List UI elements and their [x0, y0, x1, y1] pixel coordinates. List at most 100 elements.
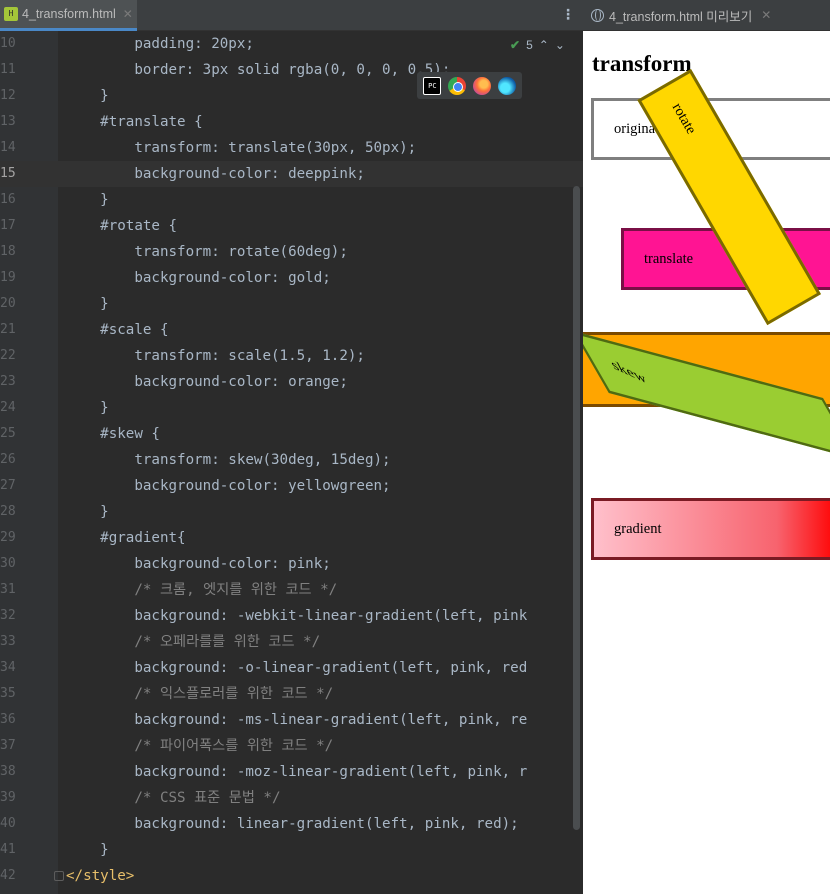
code-line[interactable]: 38 background: -moz-linear-gradient(left…	[0, 759, 583, 785]
inspection-widget[interactable]: ✔ 5 ⌃ ⌄	[510, 38, 565, 52]
close-icon[interactable]: ✕	[123, 7, 133, 21]
code-line[interactable]: 32 background: -webkit-linear-gradient(l…	[0, 603, 583, 629]
code-text[interactable]: /* 크롬, 엣지를 위한 코드 */	[66, 577, 337, 603]
code-line[interactable]: 16 }	[0, 187, 583, 213]
preview-tab-label: 4_transform.html 미리보기	[609, 9, 753, 24]
code-text[interactable]: /* 익스플로러를 위한 코드 */	[66, 681, 333, 707]
code-line[interactable]: 14 transform: translate(30px, 50px);	[0, 135, 583, 161]
code-line[interactable]: 28 }	[0, 499, 583, 525]
code-line[interactable]: 36 background: -ms-linear-gradient(left,…	[0, 707, 583, 733]
code-line[interactable]: 30 background-color: pink;	[0, 551, 583, 577]
code-line[interactable]: 24 }	[0, 395, 583, 421]
line-number: 17	[0, 218, 16, 233]
code-text[interactable]: #translate {	[66, 109, 203, 135]
code-line[interactable]: 26 transform: skew(30deg, 15deg);	[0, 447, 583, 473]
code-line[interactable]: 35 /* 익스플로러를 위한 코드 */	[0, 681, 583, 707]
more-options-icon[interactable]: ⋮	[561, 7, 575, 23]
inspection-count: 5	[526, 38, 533, 52]
code-text[interactable]: background: -o-linear-gradient(left, pin…	[66, 655, 527, 681]
code-text[interactable]: /* CSS 표준 문법 */	[66, 785, 280, 811]
editor-tab[interactable]: H 4_transform.html ✕	[0, 0, 137, 31]
code-text[interactable]: transform: scale(1.5, 1.2);	[66, 343, 365, 369]
line-number: 18	[0, 244, 16, 259]
code-line[interactable]: 23 background-color: orange;	[0, 369, 583, 395]
code-text[interactable]: background-color: pink;	[66, 551, 330, 577]
globe-icon	[591, 8, 604, 22]
code-text[interactable]: #scale {	[66, 317, 168, 343]
chrome-icon[interactable]	[448, 76, 467, 95]
code-text[interactable]: }	[66, 499, 109, 525]
firefox-icon[interactable]	[472, 76, 491, 95]
box-gradient: gradient	[591, 498, 830, 560]
code-line[interactable]: 27 background-color: yellowgreen;	[0, 473, 583, 499]
code-line[interactable]: 15 background-color: deeppink;	[0, 161, 583, 187]
line-number: 39	[0, 790, 16, 805]
code-line[interactable]: 37 /* 파이어폭스를 위한 코드 */	[0, 733, 583, 759]
code-editor-pane[interactable]: H 4_transform.html ✕ ⋮ 10 padding: 20px;…	[0, 0, 583, 894]
code-text[interactable]: #skew {	[66, 421, 160, 447]
code-line[interactable]: 31 /* 크롬, 엣지를 위한 코드 */	[0, 577, 583, 603]
code-text[interactable]: transform: rotate(60deg);	[66, 239, 348, 265]
code-text[interactable]: </style>	[66, 863, 134, 889]
code-text[interactable]: }	[66, 187, 109, 213]
code-text[interactable]: background: linear-gradient(left, pink, …	[66, 811, 518, 837]
close-icon[interactable]: ✕	[761, 8, 771, 22]
line-number: 28	[0, 504, 16, 519]
code-text[interactable]: }	[66, 395, 109, 421]
code-text[interactable]: transform: skew(30deg, 15deg);	[66, 447, 390, 473]
code-text[interactable]: background-color: orange;	[66, 369, 348, 395]
preview-tab[interactable]: 4_transform.html 미리보기 ✕	[591, 6, 771, 25]
line-number: 14	[0, 140, 16, 155]
chevron-down-icon[interactable]: ⌄	[555, 38, 565, 52]
code-text[interactable]: background-color: deeppink;	[66, 161, 365, 187]
pycharm-icon[interactable]: PC	[423, 76, 442, 95]
code-text[interactable]: background: -webkit-linear-gradient(left…	[66, 603, 527, 629]
line-number: 15	[0, 166, 16, 181]
code-text[interactable]: transform: translate(30px, 50px);	[66, 135, 416, 161]
code-line[interactable]: 29 #gradient{	[0, 525, 583, 551]
code-line[interactable]: 10 padding: 20px;	[0, 31, 583, 57]
code-line[interactable]: 41 }	[0, 837, 583, 863]
editor-tab-bar: H 4_transform.html ✕ ⋮	[0, 0, 583, 31]
line-number: 40	[0, 816, 16, 831]
line-number: 26	[0, 452, 16, 467]
code-line[interactable]: 13 #translate {	[0, 109, 583, 135]
code-text[interactable]: background: -moz-linear-gradient(left, p…	[66, 759, 527, 785]
html-file-icon: H	[4, 7, 18, 21]
code-text[interactable]: }	[66, 837, 109, 863]
line-number: 37	[0, 738, 16, 753]
chevron-up-icon[interactable]: ⌃	[539, 38, 549, 52]
code-text[interactable]: }	[66, 83, 109, 109]
code-line[interactable]: 34 background: -o-linear-gradient(left, …	[0, 655, 583, 681]
code-line[interactable]: 25 #skew {	[0, 421, 583, 447]
line-number: 11	[0, 62, 16, 77]
line-number: 12	[0, 88, 16, 103]
line-number: 20	[0, 296, 16, 311]
code-text[interactable]: }	[66, 291, 109, 317]
code-line[interactable]: 22 transform: scale(1.5, 1.2);	[0, 343, 583, 369]
code-text[interactable]: /* 파이어폭스를 위한 코드 */	[66, 733, 333, 759]
code-line[interactable]: 18 transform: rotate(60deg);	[0, 239, 583, 265]
code-line[interactable]: 40 background: linear-gradient(left, pin…	[0, 811, 583, 837]
code-text[interactable]: background-color: yellowgreen;	[66, 473, 390, 499]
code-text[interactable]: border: 3px solid rgba(0, 0, 0, 0.5);	[66, 57, 450, 83]
code-line[interactable]: 21 #scale {	[0, 317, 583, 343]
line-number: 30	[0, 556, 16, 571]
code-line[interactable]: 19 background-color: gold;	[0, 265, 583, 291]
vertical-scrollbar[interactable]	[573, 186, 580, 830]
code-text[interactable]: #gradient{	[66, 525, 185, 551]
code-line[interactable]: 42 </style>	[0, 863, 583, 889]
code-line[interactable]: 39 /* CSS 표준 문법 */	[0, 785, 583, 811]
code-line[interactable]: 20 }	[0, 291, 583, 317]
code-text[interactable]: padding: 20px;	[66, 31, 254, 57]
code-line[interactable]: 33 /* 오페라를를 위한 코드 */	[0, 629, 583, 655]
code-text[interactable]: /* 오페라를를 위한 코드 */	[66, 629, 320, 655]
code-text[interactable]: background-color: gold;	[66, 265, 330, 291]
edge-icon[interactable]	[497, 76, 516, 95]
code-lines[interactable]: 10 padding: 20px; 11 border: 3px solid rg…	[0, 31, 583, 889]
code-line[interactable]: 17 #rotate {	[0, 213, 583, 239]
code-text[interactable]: #rotate {	[66, 213, 177, 239]
fold-icon[interactable]	[54, 871, 64, 881]
line-number: 27	[0, 478, 16, 493]
code-text[interactable]: background: -ms-linear-gradient(left, pi…	[66, 707, 527, 733]
